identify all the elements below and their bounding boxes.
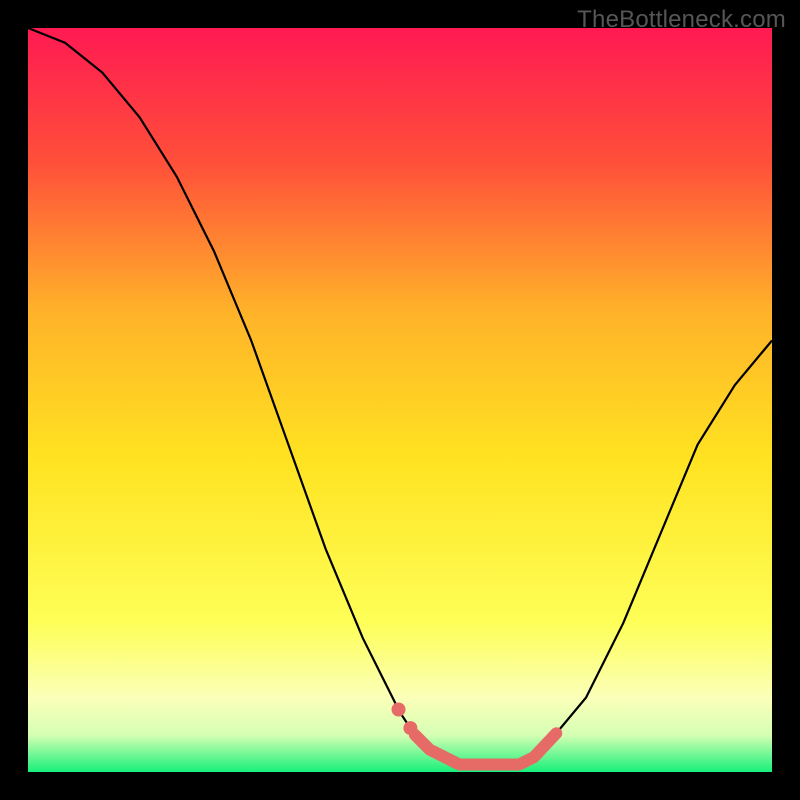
plot-area xyxy=(28,28,772,772)
highlight-dot xyxy=(403,721,417,735)
highlight-dot xyxy=(392,703,406,717)
chart-frame: TheBottleneck.com xyxy=(0,0,800,800)
gradient-background xyxy=(28,28,772,772)
chart-svg xyxy=(28,28,772,772)
